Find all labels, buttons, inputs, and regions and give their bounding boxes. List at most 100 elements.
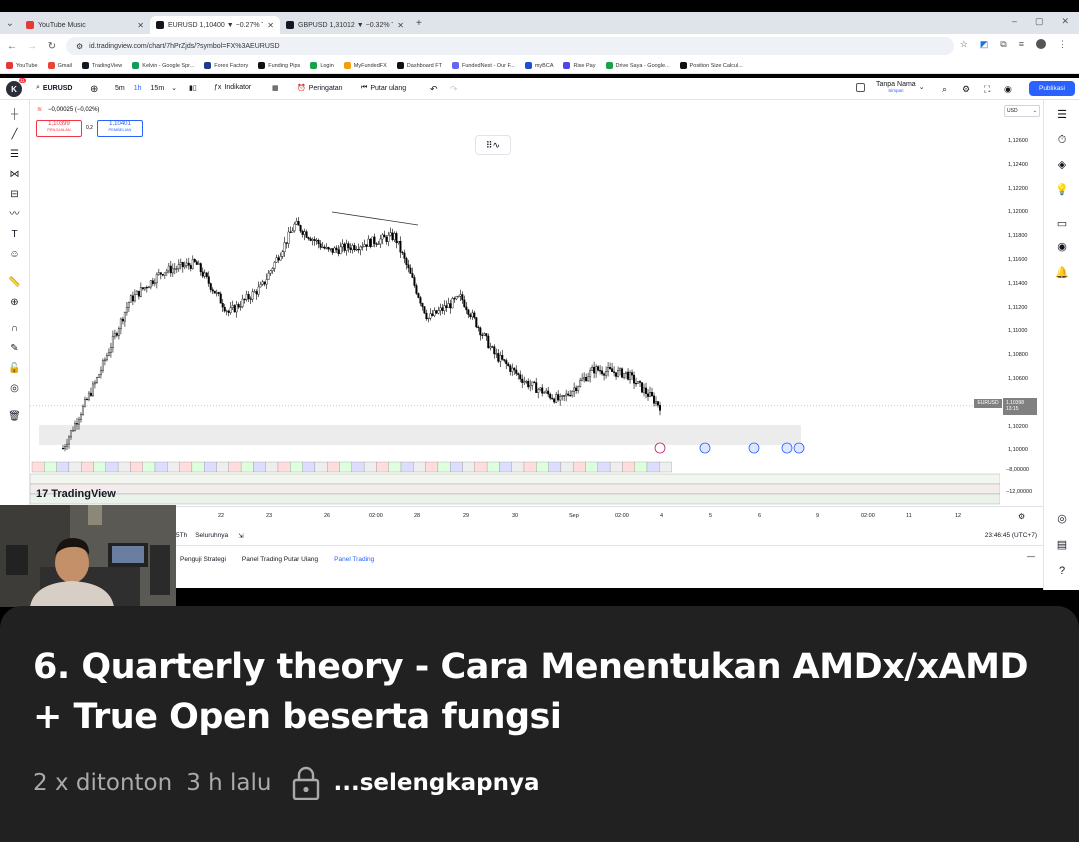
profile-avatar[interactable] xyxy=(1036,39,1046,49)
lock-draw-icon[interactable]: ✎ xyxy=(8,342,21,355)
bookmark-item[interactable]: MyFundedFX xyxy=(343,62,387,69)
price-axis[interactable]: USD ⌄ 1,12600 1,12400 1,12200 1,12000 1,11800… xyxy=(1000,100,1043,506)
bookmark-item[interactable]: Position Size Calcul... xyxy=(679,62,743,69)
hints-bulb-icon[interactable]: 💡 xyxy=(1055,183,1069,197)
browser-tab[interactable]: YouTube Music ✕ xyxy=(20,16,150,34)
bookmark-item[interactable]: FundedNext - Our F... xyxy=(451,62,515,69)
indicators-button[interactable]: ƒx Indikator xyxy=(214,84,251,91)
economic-event-icon[interactable] xyxy=(781,442,793,454)
notification-bell-icon[interactable]: 🔔 xyxy=(1055,266,1069,280)
redo-icon[interactable]: ↷ xyxy=(450,84,458,95)
layout-name-button[interactable]: Tanpa Nama Simpan ⌄ xyxy=(856,81,925,93)
trash-icon[interactable]: 🗑 xyxy=(8,410,21,423)
camera-snapshot-icon[interactable]: ◉ xyxy=(1004,84,1012,95)
chart-pane[interactable]: ≋ −0,00025 (−0,02%) 1,10399 PENJUALAN 0,… xyxy=(30,100,1043,506)
crosshair-icon[interactable]: ┼ xyxy=(8,108,21,121)
back-icon[interactable]: ← xyxy=(2,41,22,52)
trendline-drawing[interactable] xyxy=(331,211,419,226)
chat-icon[interactable]: ▭ xyxy=(1055,217,1069,231)
ruler-icon[interactable]: 📏 xyxy=(8,276,21,289)
zoom-in-icon[interactable]: ⊕ xyxy=(8,296,21,309)
bookmark-item[interactable]: Forex Factory xyxy=(204,62,248,69)
interval-15m[interactable]: 15m xyxy=(151,85,165,92)
brush-icon[interactable]: 〰 xyxy=(8,208,21,221)
time-axis[interactable]: 22 23 26 02:00 28 29 30 Sep 02:00 4 5 6 9 02:00 11 12 ⚙ xyxy=(176,506,1043,526)
replay-button[interactable]: ⏮ Putar ulang xyxy=(361,84,406,92)
undo-icon[interactable]: ↶ xyxy=(430,84,438,95)
economic-event-icon[interactable] xyxy=(654,442,666,454)
quick-search-icon[interactable]: ⌕ xyxy=(942,84,947,95)
maximize-icon[interactable]: ▢ xyxy=(1035,16,1044,27)
tab-list-chevron-icon[interactable]: ⌄ xyxy=(0,18,20,29)
new-tab-icon[interactable]: + xyxy=(416,18,422,29)
bookmark-item[interactable]: Funding Pips xyxy=(258,62,300,69)
compare-add-icon[interactable]: ⊕ xyxy=(90,84,98,95)
emoji-icon[interactable]: ☺ xyxy=(8,248,21,261)
range-5y[interactable]: 5Th xyxy=(176,532,187,539)
time-axis-settings-icon[interactable]: ⚙ xyxy=(1018,512,1025,521)
interval-1h[interactable]: 1h xyxy=(134,85,142,92)
bottom-tab[interactable]: Penguji Strategi xyxy=(180,556,226,563)
bookmark-star-icon[interactable]: ☆ xyxy=(960,39,968,50)
tab-close-icon[interactable]: ✕ xyxy=(267,21,274,30)
reading-list-icon[interactable]: ≡ xyxy=(1019,39,1024,50)
browser-tab[interactable]: EURUSD 1,10400 ▼ −0.27% Ta... ✕ xyxy=(150,16,280,34)
goto-date-icon[interactable]: ⇲ xyxy=(238,532,243,540)
calendar-icon[interactable]: ▤ xyxy=(1055,538,1069,552)
pattern-icon[interactable]: ⋈ xyxy=(8,168,21,181)
bookmark-item[interactable]: Dashboard FT xyxy=(396,62,442,69)
economic-event-icon[interactable] xyxy=(699,442,711,454)
eye-icon[interactable]: ◎ xyxy=(8,382,21,395)
close-window-icon[interactable]: ✕ xyxy=(1061,16,1069,27)
layers-icon[interactable]: ◈ xyxy=(1055,158,1069,172)
text-tool-icon[interactable]: T xyxy=(8,228,21,241)
translate-icon[interactable]: ◩ xyxy=(980,39,989,50)
fullscreen-icon[interactable]: ⛶ xyxy=(984,84,990,95)
reload-icon[interactable]: ↻ xyxy=(42,41,62,52)
trendline-icon[interactable]: ╱ xyxy=(8,128,21,141)
symbol-search[interactable]: ⌕ EURUSD xyxy=(36,84,72,92)
target-icon[interactable]: ◎ xyxy=(1055,512,1069,526)
user-avatar[interactable]: K xyxy=(6,81,22,97)
browser-tab[interactable]: GBPUSD 1,31012 ▼ −0.32% Ta... ✕ xyxy=(280,16,410,34)
bottom-tab[interactable]: Panel Trading xyxy=(334,556,374,563)
magnet-icon[interactable]: ∩ xyxy=(8,322,21,335)
url-field[interactable]: ⚙ id.tradingview.com/chart/7hPrZjds/?sym… xyxy=(66,37,954,55)
publish-button[interactable]: Publikasi xyxy=(1029,81,1075,96)
watchlist-icon[interactable]: ☰ xyxy=(1055,108,1069,122)
bookmark-item[interactable]: YouTube xyxy=(6,62,38,69)
range-all[interactable]: Seluruhnya xyxy=(195,532,228,539)
templates-grid-icon[interactable]: ▦ xyxy=(272,84,279,92)
menu-kebab-icon[interactable]: ⋮ xyxy=(1058,39,1067,50)
lock-icon[interactable]: 🔓 xyxy=(8,362,21,375)
show-more-link[interactable]: ...selengkapnya xyxy=(334,770,540,796)
extensions-icon[interactable]: ⧉ xyxy=(1000,39,1006,50)
bookmark-item[interactable]: Kelvin - Google Spr... xyxy=(132,62,194,69)
video-title[interactable]: 6. Quarterly theory - Cara Menentukan AM… xyxy=(33,642,1063,742)
ideas-icon[interactable]: ◉ xyxy=(1055,240,1069,254)
settings-gear-icon[interactable]: ⚙ xyxy=(962,84,970,95)
economic-event-icon[interactable] xyxy=(748,442,760,454)
currency-select[interactable]: USD ⌄ xyxy=(1004,105,1040,117)
help-icon[interactable]: ? xyxy=(1055,564,1069,578)
bookmark-item[interactable]: Login xyxy=(310,62,334,69)
interval-dropdown-chevron-icon[interactable]: ⌄ xyxy=(171,84,177,92)
tab-close-icon[interactable]: ✕ xyxy=(397,21,404,30)
projection-icon[interactable]: ⊟ xyxy=(8,188,21,201)
forward-icon[interactable]: → xyxy=(22,41,42,52)
bottom-tab[interactable]: Panel Trading Putar Ulang xyxy=(242,556,318,563)
alerts-clock-icon[interactable]: ⏱ xyxy=(1055,133,1069,147)
bookmark-item[interactable]: Rise Pay xyxy=(563,62,596,69)
fib-icon[interactable]: ☰ xyxy=(8,148,21,161)
minimize-panel-icon[interactable]: — xyxy=(1027,552,1035,561)
site-info-icon[interactable]: ⚙ xyxy=(76,42,83,51)
bookmark-item[interactable]: TradingView xyxy=(82,62,122,69)
alerts-button[interactable]: ⏰ Peringatan xyxy=(297,84,343,93)
bookmark-item[interactable]: Drive Saya - Google... xyxy=(605,62,670,69)
economic-event-icon[interactable] xyxy=(793,442,805,454)
candle-style-icon[interactable]: ▮▯ xyxy=(189,84,197,92)
bookmark-item[interactable]: myBCA xyxy=(524,62,553,69)
tab-close-icon[interactable]: ✕ xyxy=(137,21,144,30)
interval-5m[interactable]: 5m xyxy=(115,85,125,92)
minimize-icon[interactable]: – xyxy=(1012,16,1017,27)
